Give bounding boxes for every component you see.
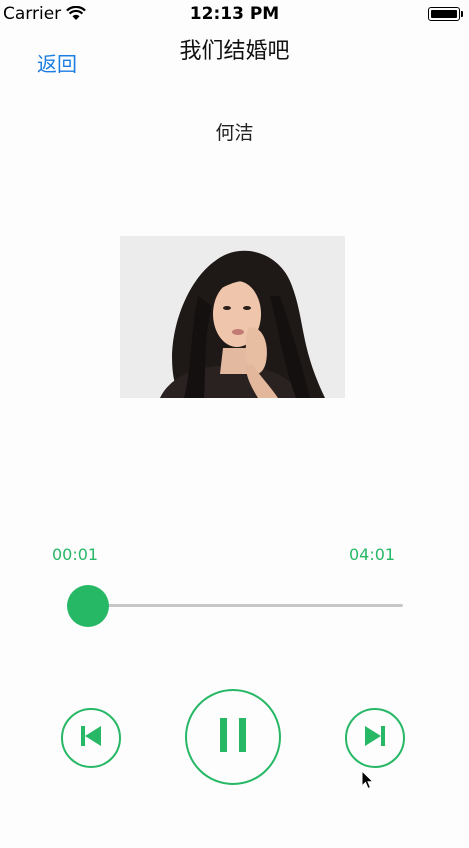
artist-name: 何洁 — [215, 122, 254, 144]
song-title: 我们结婚吧 — [179, 39, 290, 64]
slider-thumb[interactable] — [67, 585, 109, 627]
skip-next-icon — [363, 725, 387, 751]
battery-icon — [428, 7, 460, 21]
current-time: 00:01 — [52, 545, 99, 564]
pause-icon — [217, 717, 249, 757]
battery-tip — [461, 11, 463, 17]
play-pause-button[interactable] — [185, 689, 281, 785]
slider-track — [67, 604, 403, 607]
status-time: 12:13 PM — [189, 4, 280, 24]
progress-slider[interactable] — [67, 585, 403, 627]
status-bar: Carrier 12:13 PM — [0, 0, 469, 30]
album-art — [120, 236, 345, 398]
mouse-cursor-icon — [361, 769, 375, 794]
skip-previous-icon — [79, 725, 103, 751]
prev-button[interactable] — [61, 708, 121, 768]
total-time: 04:01 — [349, 545, 396, 564]
next-button[interactable] — [345, 708, 405, 768]
